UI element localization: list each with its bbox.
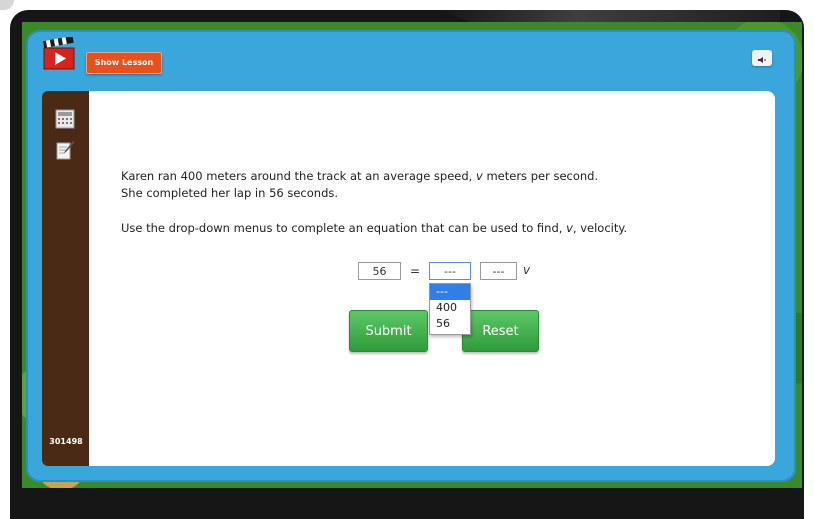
problem-line-1: Karen ran 400 meters around the track at…: [121, 169, 598, 183]
numerator-dropdown[interactable]: ---: [429, 262, 471, 280]
problem-text-b: meters per second.: [482, 169, 599, 183]
dropdown-option[interactable]: 56: [430, 316, 470, 332]
problem-text-a: Karen ran 400 meters around the track at…: [121, 169, 476, 183]
equals-sign: =: [410, 264, 421, 278]
question-id: 301498: [49, 437, 83, 446]
device-bottom-bar: [10, 488, 804, 519]
calculator-icon[interactable]: [55, 109, 75, 129]
problem-line-2: She completed her lap in 56 seconds.: [121, 186, 339, 200]
instruction-variable-v: v: [566, 221, 573, 235]
tools-sidebar: [42, 91, 89, 466]
numerator-dropdown-list: --- 400 56: [429, 283, 471, 335]
notepad-icon[interactable]: [55, 140, 75, 160]
dropdown-option[interactable]: 400: [430, 300, 470, 316]
dropdown-option[interactable]: ---: [430, 284, 470, 300]
video-lesson-icon[interactable]: [42, 35, 76, 71]
equation-variable: v: [523, 263, 530, 277]
instruction-text-b: , velocity.: [572, 221, 628, 235]
equation-variable-v: v: [523, 263, 531, 277]
submit-button[interactable]: Submit: [349, 310, 428, 352]
lhs-value-box: 56: [358, 262, 401, 280]
reset-button[interactable]: Reset: [462, 310, 539, 352]
variable-v: v: [475, 169, 483, 183]
denominator-dropdown[interactable]: ---: [480, 262, 517, 280]
speaker-icon: [757, 49, 767, 68]
corner-decoration: [0, 0, 14, 10]
speaker-button[interactable]: [752, 50, 772, 66]
instruction-text: Use the drop-down menus to complete an e…: [121, 221, 627, 235]
show-lesson-button[interactable]: Show Lesson: [86, 52, 162, 74]
instruction-text-a: Use the drop-down menus to complete an e…: [121, 221, 567, 235]
